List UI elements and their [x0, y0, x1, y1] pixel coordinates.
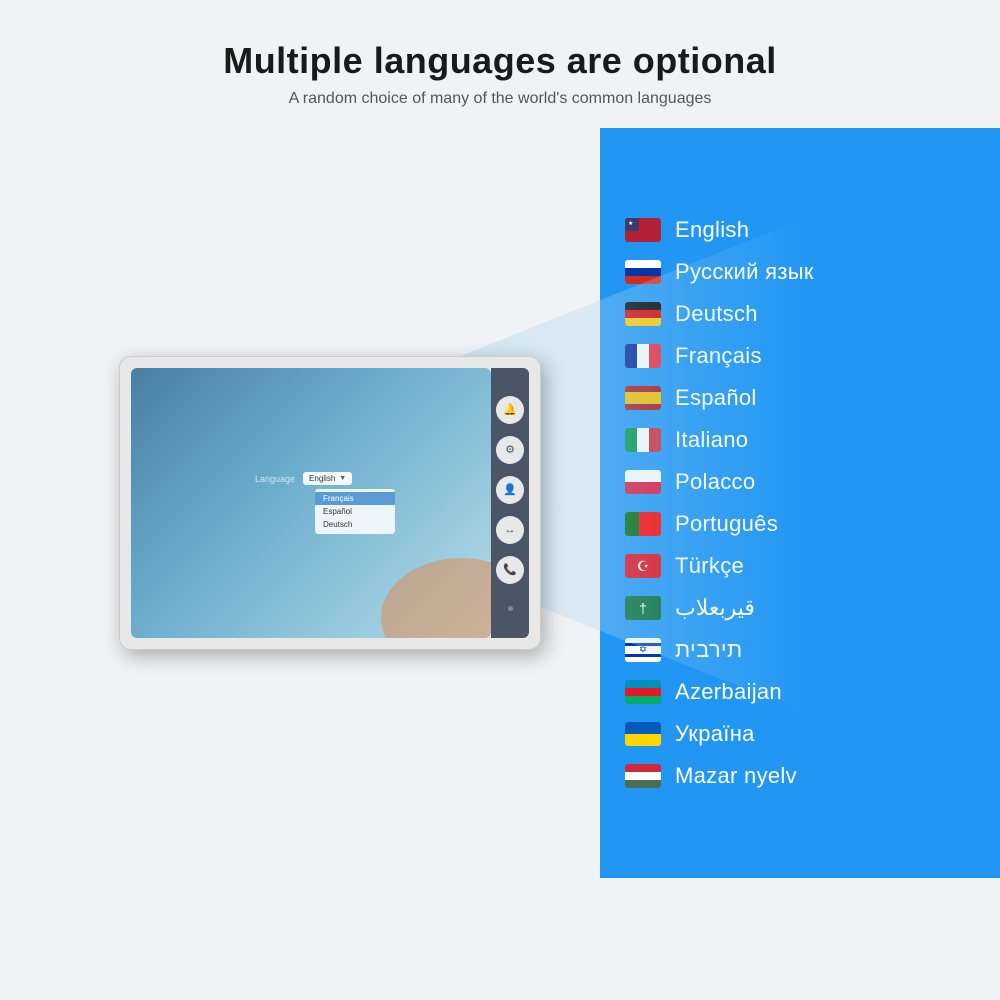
device-outer: Language English ▼ Français Español	[119, 356, 541, 650]
lang-name-ua: Україна	[675, 721, 755, 747]
flag-us	[625, 218, 661, 242]
list-item[interactable]: Україна	[625, 716, 975, 752]
panel-dot	[508, 606, 513, 611]
lang-name-en: English	[675, 217, 749, 243]
device-wrapper: Language English ▼ Français Español	[119, 356, 541, 650]
user-icon: 👤	[503, 483, 517, 496]
screen-lang-item-selected[interactable]: Français	[315, 492, 395, 505]
settings-icon: ⚙	[505, 443, 515, 456]
device-side: Language English ▼ Français Español	[0, 128, 600, 878]
device-screen: Language English ▼ Français Español	[131, 368, 491, 638]
device-screen-area: Language English ▼ Français Español	[131, 368, 491, 638]
screen-lang-label: Language	[255, 474, 295, 484]
list-item[interactable]: Mazar nyelv	[625, 758, 975, 794]
screen-lang-row: Language English ▼	[255, 472, 352, 485]
screen-ui: Language English ▼ Français Español	[255, 472, 395, 534]
screen-lang-item-2[interactable]: Deutsch	[315, 518, 395, 531]
hand-silhouette	[341, 538, 491, 638]
screen-lang-list: Français Español Deutsch	[315, 489, 395, 534]
call-icon: 📞	[503, 563, 517, 576]
flag-ua	[625, 722, 661, 746]
screen-lang-dropdown[interactable]: English ▼	[303, 472, 352, 485]
mute-button[interactable]: 🔔	[496, 396, 524, 424]
flag-az	[625, 680, 661, 704]
transfer-button[interactable]: ↔	[496, 516, 524, 544]
content-area: Language English ▼ Français Español	[0, 128, 1000, 878]
header: Multiple languages are optional A random…	[223, 0, 777, 108]
transfer-icon: ↔	[505, 524, 516, 536]
user-button[interactable]: 👤	[496, 476, 524, 504]
flag-hu	[625, 764, 661, 788]
device-panel: 🔔 ⚙ 👤 ↔ 📞	[491, 368, 529, 638]
selected-lang-text: English	[309, 474, 335, 483]
page-title: Multiple languages are optional	[223, 40, 777, 82]
page-subtitle: A random choice of many of the world's c…	[223, 90, 777, 108]
mute-icon: 🔔	[503, 403, 517, 416]
page-container: Multiple languages are optional A random…	[0, 0, 1000, 1000]
call-button[interactable]: 📞	[496, 556, 524, 584]
lang-name-hu: Mazar nyelv	[675, 763, 797, 789]
screen-lang-item-1[interactable]: Español	[315, 505, 395, 518]
settings-button[interactable]: ⚙	[496, 436, 524, 464]
dropdown-arrow-icon: ▼	[339, 475, 346, 482]
